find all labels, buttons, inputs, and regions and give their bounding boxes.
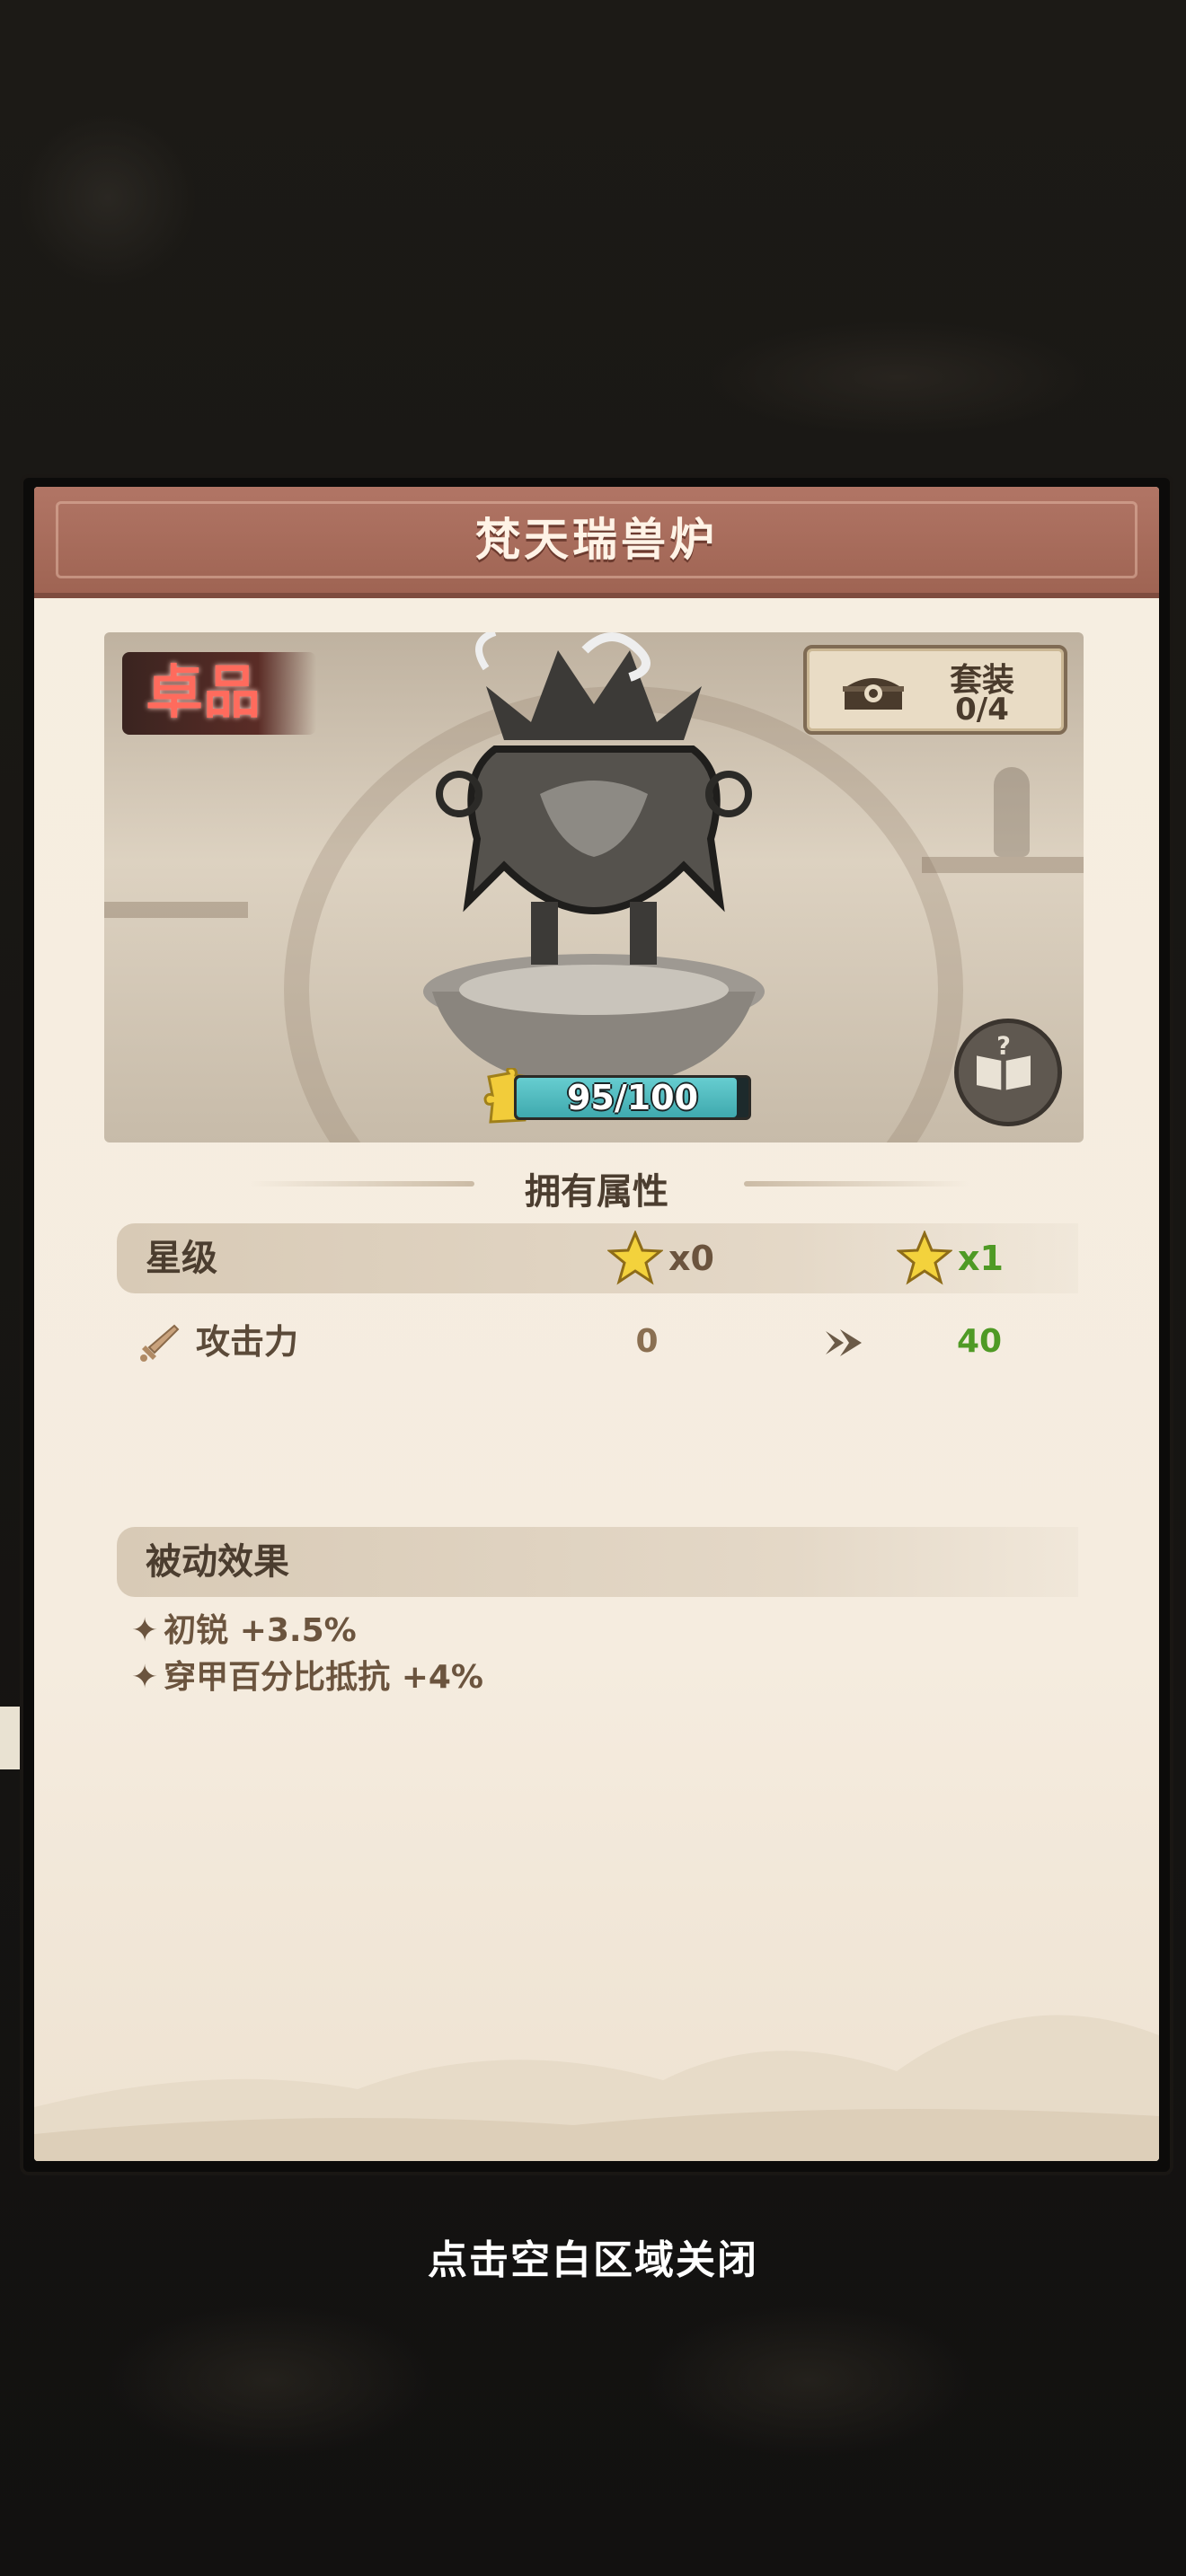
star-icon [897, 1231, 952, 1285]
item-detail-modal: 梵天瑞兽炉 卓品 套装 0/4 95/100 ? 拥有属性 星级 x0 x1 攻… [23, 478, 1170, 2172]
vase-icon [994, 767, 1030, 857]
star-icon [607, 1231, 663, 1285]
passive-effect-item: ✦ 穿甲百分比抵抗 +4% [131, 1659, 483, 1696]
next-star-count: x1 [958, 1239, 1004, 1278]
close-hint: 点击空白区域关闭 [428, 2237, 758, 2283]
passive-effects-header: 被动效果 [117, 1527, 1078, 1597]
diamond-bullet-icon: ✦ [131, 1659, 159, 1696]
arrow-right-icon [826, 1329, 862, 1356]
modal-body: 梵天瑞兽炉 卓品 套装 0/4 95/100 ? 拥有属性 星级 x0 x1 攻… [34, 487, 1159, 2161]
background-shelf [104, 902, 248, 918]
grade-badge: 卓品 [122, 652, 316, 735]
diamond-bullet-icon: ✦ [131, 1612, 159, 1649]
item-title: 梵天瑞兽炉 [475, 514, 718, 566]
chest-icon [843, 678, 904, 710]
star-level-label: 星级 [146, 1238, 217, 1279]
passive-title: 被动效果 [146, 1541, 289, 1583]
set-count: 0/4 [955, 692, 1009, 728]
item-showcase: 卓品 套装 0/4 95/100 ? [104, 632, 1084, 1142]
modal-header: 梵天瑞兽炉 [34, 487, 1159, 598]
fragment-progress: 95/100 [482, 1068, 751, 1124]
stat-label: 攻击力 [196, 1322, 299, 1362]
svg-text:?: ? [996, 1033, 1011, 1061]
sword-icon [140, 1324, 180, 1362]
background-shelf [922, 857, 1084, 873]
progress-track: 95/100 [514, 1075, 751, 1120]
star-level-row: 星级 x0 x1 [117, 1223, 1078, 1293]
stat-current-value: 0 [635, 1323, 659, 1360]
incense-burner-icon [423, 632, 765, 1090]
attributes-title: 拥有属性 [525, 1171, 668, 1213]
stat-next-value: 40 [956, 1323, 1003, 1360]
stat-row-attack: 攻击力 0 40 [117, 1306, 1078, 1378]
mountain-decoration [34, 2015, 1159, 2161]
set-button[interactable]: 套装 0/4 [803, 645, 1067, 735]
book-question-icon: ? [977, 1033, 1031, 1090]
current-star-count: x0 [668, 1239, 714, 1278]
passive-effect-item: ✦ 初锐 +3.5% [131, 1612, 357, 1649]
progress-text: 95/100 [566, 1078, 699, 1117]
guide-button[interactable]: ? [954, 1019, 1062, 1126]
